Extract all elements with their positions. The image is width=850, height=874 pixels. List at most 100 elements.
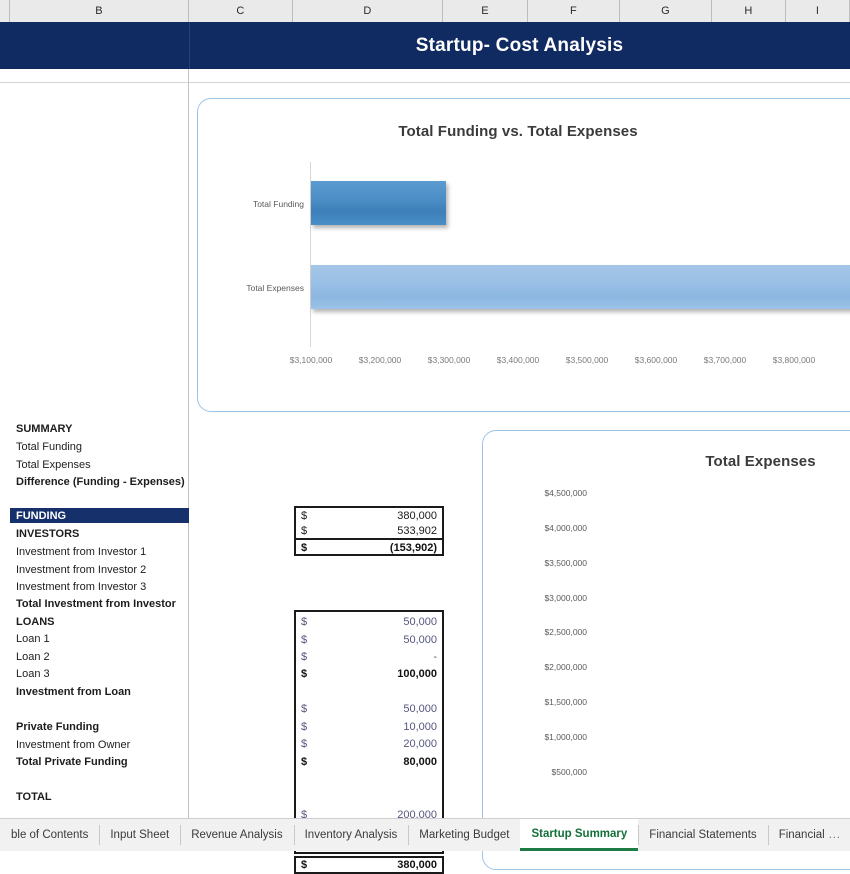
label-total-private: Total Private Funding	[16, 756, 128, 768]
label-investors-heading: INVESTORS	[16, 528, 79, 540]
grid-vline-col-b-c	[188, 69, 189, 818]
chart2-ytick-7: $1,000,000	[495, 732, 587, 742]
value-row-investor-2[interactable]: $ 50,000	[296, 632, 442, 649]
value-box-total[interactable]: $ 380,000	[294, 856, 444, 874]
label-private-funding: Private Funding	[16, 721, 99, 733]
value-loan-3: 20,000	[403, 738, 437, 750]
chart1-title: Total Funding vs. Total Expenses	[198, 123, 838, 140]
value-total-expenses: 533,902	[397, 525, 437, 537]
currency-symbol: $	[301, 721, 307, 733]
value-investor-3: -	[433, 651, 437, 663]
label-investment-owner: Investment from Owner	[16, 739, 130, 751]
column-header-corner[interactable]	[0, 0, 10, 22]
chart1-category-label-expenses: Total Expenses	[206, 283, 304, 293]
chart2-ytick-3: $3,000,000	[495, 593, 587, 603]
column-header-c[interactable]: C	[189, 0, 293, 22]
chart1-bar-total-funding[interactable]	[311, 181, 446, 225]
label-total: TOTAL	[16, 791, 52, 803]
label-investor-2: Investment from Investor 2	[16, 564, 146, 576]
label-investment-loan: Investment from Loan	[16, 686, 131, 698]
value-row-loan-3[interactable]: $ 20,000	[296, 736, 442, 753]
column-header-g[interactable]: G	[620, 0, 712, 22]
label-loan-1: Loan 1	[16, 633, 50, 645]
sheet-tab-inventory-analysis[interactable]: Inventory Analysis	[294, 819, 409, 851]
currency-symbol: $	[301, 525, 307, 537]
chart1-bar-total-expenses[interactable]	[311, 265, 850, 309]
label-investor-1: Investment from Investor 1	[16, 546, 146, 558]
sheet-tab-financial-statements[interactable]: Financial Statements	[638, 819, 767, 851]
value-investment-loan: 80,000	[403, 756, 437, 768]
currency-symbol: $	[301, 542, 307, 554]
chart2-title: Total Expenses	[483, 453, 850, 470]
sheet-tab-ble-of-contents[interactable]: ble of Contents	[0, 819, 99, 851]
value-total-investment: 100,000	[397, 668, 437, 680]
chart2-ytick-8: $500,000	[495, 767, 587, 777]
sheet-tab-label: Financial Statements	[649, 829, 756, 841]
value-investor-1: 50,000	[403, 616, 437, 628]
sheet-tab-financial[interactable]: Financial...	[768, 819, 850, 851]
sheet-tab-label: Revenue Analysis	[191, 829, 282, 841]
column-header-label: D	[363, 5, 371, 17]
currency-symbol: $	[301, 616, 307, 628]
sheet-tab-label: Input Sheet	[110, 829, 169, 841]
column-header-label: H	[744, 5, 752, 17]
value-row-loan-1[interactable]: $ 50,000	[296, 701, 442, 718]
funding-section-band[interactable]: FUNDING	[10, 508, 189, 523]
currency-symbol: $	[301, 738, 307, 750]
chart2-ytick-0: $4,500,000	[495, 488, 587, 498]
value-row-total[interactable]: $ 380,000	[296, 857, 442, 874]
label-investor-3: Investment from Investor 3	[16, 581, 146, 593]
sheet-tab-revenue-analysis[interactable]: Revenue Analysis	[180, 819, 293, 851]
column-header-e[interactable]: E	[443, 0, 528, 22]
chart-card-funding-vs-expenses[interactable]: Total Funding vs. Total Expenses Total F…	[197, 98, 850, 412]
currency-symbol: $	[301, 756, 307, 768]
chart2-ytick-2: $3,500,000	[495, 558, 587, 568]
label-loan-3: Loan 3	[16, 668, 50, 680]
column-header-label: F	[570, 5, 577, 17]
value-row-investor-3[interactable]: $ -	[296, 649, 442, 666]
column-header-b[interactable]: B	[10, 0, 189, 22]
label-summary-heading: SUMMARY	[16, 423, 72, 435]
column-header-f[interactable]: F	[528, 0, 620, 22]
value-investor-2: 50,000	[403, 634, 437, 646]
label-total-expenses: Total Expenses	[16, 459, 91, 471]
chart2-ytick-5: $2,000,000	[495, 662, 587, 672]
sheet-tab-bar[interactable]: ble of Contents Input Sheet Revenue Analys…	[0, 818, 850, 851]
currency-symbol: $	[301, 859, 307, 871]
column-header-h[interactable]: H	[712, 0, 786, 22]
column-header-row: B C D E F G H I	[0, 0, 850, 23]
value-row-loan-2[interactable]: $ 10,000	[296, 719, 442, 736]
sheet-tab-marketing-budget[interactable]: Marketing Budget	[408, 819, 520, 851]
label-loans-heading: LOANS	[16, 616, 55, 628]
grid-hline	[0, 82, 850, 83]
sheet-tab-overflow-ellipsis: ...	[829, 829, 841, 841]
label-funding-heading: FUNDING	[16, 510, 66, 522]
currency-symbol: $	[301, 510, 307, 522]
value-row-investment-loan[interactable]: $ 80,000	[296, 754, 442, 771]
sheet-tab-label: Financial	[779, 829, 825, 841]
chart1-xtick-8: $3,9	[822, 355, 850, 365]
value-loan-1: 50,000	[403, 703, 437, 715]
sheet-tab-label: ble of Contents	[11, 829, 88, 841]
value-box-summary[interactable]: $ 380,000 $ 533,902 $ (153,902)	[294, 506, 444, 556]
worksheet-canvas[interactable]: Total Funding vs. Total Expenses Total F…	[0, 69, 850, 818]
value-row-total-investment[interactable]: $ 100,000	[296, 666, 442, 683]
sheet-tab-label: Marketing Budget	[419, 829, 509, 841]
value-total-funding: 380,000	[397, 510, 437, 522]
sheet-tab-startup-summary[interactable]: Startup Summary	[520, 819, 638, 851]
currency-symbol: $	[301, 634, 307, 646]
column-header-label: G	[661, 5, 670, 17]
value-row-investor-1[interactable]: $ 50,000	[296, 614, 442, 631]
column-header-label: C	[236, 5, 244, 17]
currency-symbol: $	[301, 703, 307, 715]
value-row-difference[interactable]: $ (153,902)	[296, 538, 442, 555]
chart2-ytick-6: $1,500,000	[495, 697, 587, 707]
column-header-d[interactable]: D	[293, 0, 443, 22]
currency-symbol: $	[301, 651, 307, 663]
value-loan-2: 10,000	[403, 721, 437, 733]
sheet-tab-label: Inventory Analysis	[305, 829, 398, 841]
column-header-label: I	[816, 5, 819, 17]
column-header-i[interactable]: I	[786, 0, 850, 22]
sheet-tab-input-sheet[interactable]: Input Sheet	[99, 819, 180, 851]
chart-card-total-expenses[interactable]: Total Expenses $4,500,000 $4,000,000 $3,…	[482, 430, 850, 870]
